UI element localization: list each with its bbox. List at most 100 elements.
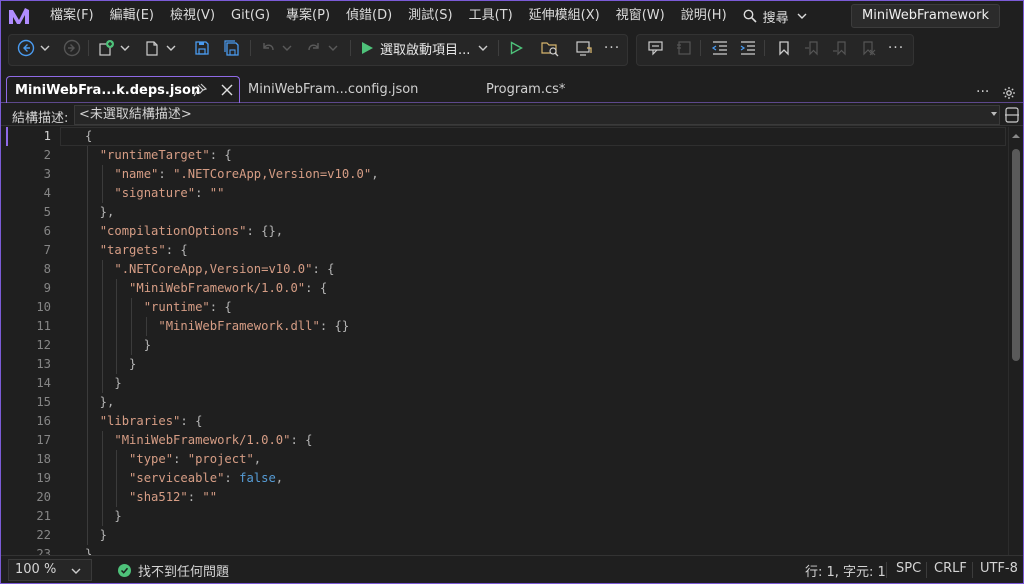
code-line[interactable]: 2 "runtimeTarget": { (0, 146, 1008, 165)
previous-bookmark-icon (805, 41, 818, 56)
code-line[interactable]: 16 "libraries": { (0, 412, 1008, 431)
zoom-level-dropdown[interactable]: 100 % (8, 559, 92, 581)
open-file-dropdown[interactable] (164, 38, 178, 58)
decrease-indent-button[interactable] (710, 38, 730, 58)
menu-item[interactable]: 偵錯(D) (338, 0, 400, 32)
next-bookmark-button[interactable] (830, 38, 850, 58)
file-encoding[interactable]: UTF-8 (980, 561, 1018, 576)
zoom-level: 100 % (15, 562, 57, 577)
browse-folder-button[interactable] (540, 38, 560, 58)
menu-item[interactable]: 檔案(F) (42, 0, 102, 32)
code-line[interactable]: 19 "serviceable": false, (0, 469, 1008, 488)
menu-item[interactable]: 工具(T) (461, 0, 521, 32)
code-line[interactable]: 4 "signature": "" (0, 184, 1008, 203)
code-line[interactable]: 5 }, (0, 203, 1008, 222)
increase-indent-button[interactable] (738, 38, 758, 58)
code-line[interactable]: 21 } (0, 507, 1008, 526)
code-line[interactable]: 8 ".NETCoreApp,Version=v10.0": { (0, 260, 1008, 279)
tab-program-cs[interactable]: Program.cs* (486, 76, 565, 103)
new-item-button[interactable] (96, 38, 116, 58)
tab-config-json[interactable]: MiniWebFram...config.json (248, 76, 418, 103)
line-number: 6 (43, 224, 51, 238)
solution-name-badge[interactable]: MiniWebFramework (851, 4, 1000, 28)
menu-item[interactable]: 延伸模組(X) (521, 0, 608, 32)
edit-toolbar-overflow-button[interactable]: ··· (886, 38, 906, 58)
menu-item[interactable]: 視窗(W) (608, 0, 673, 32)
clear-bookmarks-button[interactable] (858, 38, 878, 58)
undo-dropdown[interactable] (280, 38, 294, 58)
menu-item[interactable]: 說明(H) (673, 0, 735, 32)
chevron-down-icon (282, 45, 292, 51)
hot-reload-button[interactable] (574, 38, 594, 58)
save-all-button[interactable] (222, 38, 242, 58)
chevron-down-icon (40, 45, 50, 51)
uncomment-button[interactable] (674, 38, 694, 58)
code-line[interactable]: 20 "sha512": "" (0, 488, 1008, 507)
chevron-down-icon (71, 568, 81, 574)
code-line[interactable]: 17 "MiniWebFramework/1.0.0": { (0, 431, 1008, 450)
undo-button[interactable] (258, 38, 278, 58)
code-line[interactable]: 10 "runtime": { (0, 298, 1008, 317)
code-text: ".NETCoreApp,Version=v10.0": { (114, 262, 335, 276)
search-menu[interactable]: 搜尋 (735, 0, 821, 32)
vertical-scrollbar[interactable] (1008, 127, 1022, 555)
line-ending[interactable]: CRLF (934, 561, 967, 576)
scrollbar-thumb[interactable] (1012, 149, 1020, 361)
visual-studio-logo-icon[interactable] (7, 6, 31, 26)
clear-bookmarks-icon (863, 41, 876, 56)
start-debugging-button[interactable]: 選取啟動項目... (360, 36, 488, 60)
standard-toolbar: 選取啟動項目... ··· ··· (0, 32, 1024, 70)
code-line[interactable]: 11 "MiniWebFramework.dll": {} (0, 317, 1008, 336)
whitespace-mode[interactable]: SPC (896, 561, 921, 576)
code-editor[interactable]: 1{2 "runtimeTarget": {3 "name": ".NETCor… (0, 127, 1008, 555)
code-line[interactable]: 1{ (0, 127, 1008, 146)
code-line[interactable]: 18 "type": "project", (0, 450, 1008, 469)
code-line[interactable]: 7 "targets": { (0, 241, 1008, 260)
line-number: 15 (36, 395, 51, 409)
split-window-icon[interactable] (1004, 106, 1020, 124)
code-line[interactable]: 22 } (0, 526, 1008, 545)
new-item-dropdown[interactable] (118, 38, 132, 58)
menu-item[interactable]: 專案(P) (278, 0, 338, 32)
navigate-back-dropdown[interactable] (38, 38, 52, 58)
navigate-back-button[interactable] (16, 38, 36, 58)
save-icon (195, 41, 209, 55)
line-number: 22 (36, 528, 51, 542)
open-file-button[interactable] (142, 38, 162, 58)
toggle-bookmark-button[interactable] (774, 38, 794, 58)
tab-overflow-button[interactable]: ··· (976, 78, 989, 105)
code-line[interactable]: 6 "compilationOptions": {}, (0, 222, 1008, 241)
schema-dropdown[interactable]: <未選取結構描述> (74, 105, 1000, 125)
menu-item[interactable]: 測試(S) (400, 0, 460, 32)
tab-deps-json[interactable]: MiniWebFra...k.deps.json (6, 76, 240, 103)
scroll-up-icon[interactable] (1011, 133, 1021, 139)
line-number: 20 (36, 490, 51, 504)
redo-button[interactable] (304, 38, 324, 58)
save-button[interactable] (192, 38, 212, 58)
issues-indicator[interactable]: 找不到任何問題 (118, 561, 229, 580)
menu-item[interactable]: Git(G) (223, 0, 278, 32)
code-text: "compilationOptions": {}, (99, 224, 284, 238)
comment-button[interactable] (646, 38, 666, 58)
navigate-forward-button[interactable] (62, 38, 82, 58)
code-line[interactable]: 15 }, (0, 393, 1008, 412)
forward-arrow-icon (63, 39, 81, 57)
close-icon[interactable] (221, 84, 233, 96)
menu-item[interactable]: 編輯(E) (102, 0, 162, 32)
tab-label: MiniWebFram...config.json (248, 82, 419, 97)
toolbar-overflow-button[interactable]: ··· (602, 38, 622, 58)
previous-bookmark-button[interactable] (802, 38, 822, 58)
code-line[interactable]: 9 "MiniWebFramework/1.0.0": { (0, 279, 1008, 298)
menu-item[interactable]: 檢視(V) (162, 0, 223, 32)
code-text: } (85, 338, 152, 352)
code-line[interactable]: 14 } (0, 374, 1008, 393)
code-line[interactable]: 13 } (0, 355, 1008, 374)
cursor-position[interactable]: 行: 1, 字元: 1 (805, 561, 886, 580)
start-without-debugging-button[interactable] (506, 38, 526, 58)
code-text: "runtime": { (143, 300, 232, 314)
redo-dropdown[interactable] (326, 38, 340, 58)
code-line[interactable]: 12 } (0, 336, 1008, 355)
code-line[interactable]: 3 "name": ".NETCoreApp,Version=v10.0", (0, 165, 1008, 184)
code-line[interactable]: 23} (0, 545, 1008, 555)
pin-icon[interactable] (193, 83, 207, 97)
